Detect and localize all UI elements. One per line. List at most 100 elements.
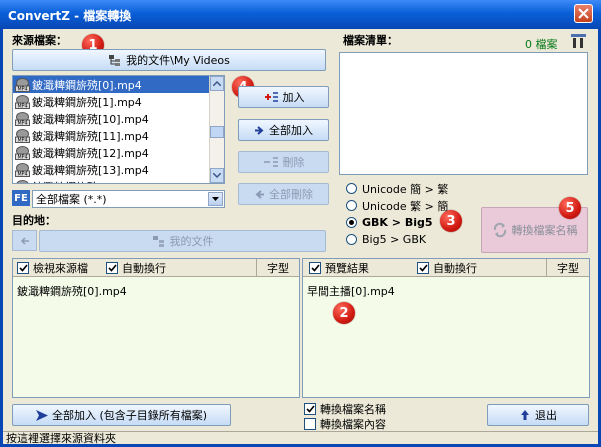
tools-icon[interactable] — [569, 32, 589, 50]
delete-all-button[interactable]: 全部刪除 — [238, 183, 329, 205]
file-list-item[interactable]: MP4 ​鈹濈粺鐧旂殑[12].mp4 — [13, 144, 224, 161]
convert-names-label: 轉換檔案名稱 — [511, 224, 578, 237]
radio-button[interactable] — [346, 217, 357, 228]
encoding-radio-group: Unicode 簡 > 繁 Unicode 繁 > 簡 GBK > Big5 Big5… — [346, 180, 448, 248]
file-list-item[interactable]: MP4 ​鈹濈粺鐧旂殑[1].mp4 — [13, 93, 224, 110]
file-name: ​鈹濈粺鐧旂殑[12].mp4 — [32, 146, 149, 160]
video-file-icon: MP4 — [15, 111, 30, 126]
add-all-button-label: 全部加入 — [269, 124, 313, 137]
video-file-icon: MP4 — [15, 94, 30, 109]
file-count: 0 檔案 — [525, 38, 558, 51]
auto-wrap-right-label: 自動換行 — [433, 261, 477, 275]
file-list-item[interactable]: MP4 ​鈹濈粺鐧旂殑[11].mp4 — [13, 127, 224, 144]
badge-2: 2 — [333, 302, 355, 324]
delete-all-button-label: 全部刪除 — [269, 188, 313, 201]
file-list-item[interactable]: MP4 ​鈹濈粺鐧旂殑[13].mp4 — [13, 161, 224, 178]
video-file-icon: MP4 — [15, 128, 30, 143]
folder-tree-icon — [152, 235, 164, 247]
delete-button[interactable]: 刪除 — [238, 151, 329, 173]
source-list-scrollbar[interactable] — [209, 76, 224, 183]
convert-names-option[interactable]: 轉換檔案名稱 — [304, 401, 386, 417]
arrow-left-icon — [20, 236, 29, 245]
scroll-down-button[interactable] — [210, 168, 224, 183]
scroll-thumb[interactable] — [210, 126, 224, 138]
convert-content-option[interactable]: 轉換檔案內容 — [304, 416, 386, 432]
title-bar: ConvertZ - 檔案轉換 — [0, 0, 601, 29]
check-icon — [305, 405, 315, 413]
arrow-right-icon — [255, 125, 264, 135]
font-left-button[interactable]: 字型 — [256, 259, 299, 276]
encoding-option[interactable]: Unicode 簡 > 繁 — [346, 180, 448, 197]
radio-button[interactable] — [346, 200, 357, 211]
arrow-left-icon — [255, 189, 264, 199]
convert-content-checkbox[interactable] — [304, 418, 316, 430]
exit-button[interactable]: 退出 — [487, 404, 589, 426]
file-name: ​鈹濈粺鐧旂殑[13].mp4 — [32, 163, 149, 177]
encoding-option[interactable]: Big5 > GBK — [346, 231, 448, 248]
close-icon — [578, 8, 589, 19]
destination-label: 目的地： — [12, 214, 56, 227]
convert-names-option-label: 轉換檔案名稱 — [320, 403, 386, 416]
svg-text:MP4: MP4 — [17, 154, 27, 159]
exit-arrow-icon — [521, 410, 529, 420]
chevron-down-icon — [213, 173, 221, 178]
check-icon — [18, 263, 28, 272]
chevron-down-icon — [212, 197, 219, 201]
add-icon — [264, 92, 278, 102]
file-filter-select[interactable]: 全部檔案 (*.*) — [32, 190, 225, 208]
scroll-up-button[interactable] — [210, 76, 224, 91]
encoding-option-label: Unicode 簡 > 繁 — [362, 182, 449, 196]
file-name: ​鈹濈粺鐧旂殑[1].mp4 — [32, 95, 142, 109]
delete-button-label: 刪除 — [282, 156, 305, 169]
badge-5: 5 — [559, 197, 581, 219]
radio-button[interactable] — [346, 183, 357, 194]
file-list-box[interactable] — [339, 52, 588, 175]
check-icon — [310, 263, 320, 272]
arrow-right-icon — [35, 409, 48, 421]
file-name: ​鈹濈粺鐧旂殑[14].mp4 — [32, 179, 149, 184]
add-all-subfolders-label: 全部加入 (包含子目錄所有檔案) — [51, 409, 208, 422]
file-list-item[interactable]: MP4​鈹濈粺鐧旂殑[14].mp4 — [13, 178, 224, 184]
preview-result-checkbox[interactable] — [309, 261, 321, 274]
source-label: 來源檔案： — [12, 34, 67, 47]
source-preview-header: 檢視來源檔 自動換行 字型 — [13, 259, 299, 277]
chevron-up-icon — [213, 81, 221, 86]
file-list-item[interactable]: MP4 ​鈹濈粺鐧旂殑[0].mp4 — [13, 76, 224, 93]
auto-wrap-left-checkbox[interactable] — [106, 261, 118, 274]
convert-content-option-label: 轉換檔案內容 — [320, 418, 386, 431]
add-all-button[interactable]: 全部加入 — [238, 119, 329, 141]
folder-tree-icon — [109, 54, 121, 66]
destination-nav-button[interactable] — [12, 230, 37, 251]
window-title: ConvertZ - 檔案轉換 — [8, 9, 132, 23]
source-preview-panel: 檢視來源檔 自動換行 字型 鈹濈粺鐧旂殑[0].mp4 — [12, 258, 300, 398]
svg-text:MP4: MP4 — [17, 103, 27, 108]
font-right-button[interactable]: 字型 — [546, 259, 589, 276]
result-preview-text: 早間主播[0].mp4 — [307, 285, 395, 298]
auto-wrap-right-checkbox[interactable] — [417, 261, 429, 274]
add-all-subfolders-button[interactable]: 全部加入 (包含子目錄所有檔案) — [12, 404, 231, 426]
source-folder-button[interactable]: 我的文件\My Videos — [12, 49, 326, 71]
svg-text:MP4: MP4 — [17, 137, 27, 142]
file-name: ​鈹濈粺鐧旂殑[0].mp4 — [32, 78, 142, 92]
dropdown-arrow[interactable] — [208, 192, 223, 206]
result-preview-header: 預覽結果 自動換行 字型 — [303, 259, 589, 277]
view-source-checkbox[interactable] — [17, 261, 29, 274]
source-folder-label: 我的文件\My Videos — [126, 54, 230, 67]
encoding-option[interactable]: GBK > Big5 — [346, 214, 448, 231]
encoding-option[interactable]: Unicode 繁 > 簡 — [346, 197, 448, 214]
close-button[interactable] — [574, 4, 593, 23]
check-icon — [107, 263, 117, 272]
status-bar: 按這裡選擇來源資料夾 — [3, 431, 598, 445]
convert-names-checkbox[interactable] — [304, 403, 316, 415]
encoding-option-label: Big5 > GBK — [362, 233, 427, 246]
file-list-item[interactable]: MP4 ​鈹濈粺鐧旂殑[10].mp4 — [13, 110, 224, 127]
source-file-list[interactable]: MP4 ​鈹濈粺鐧旂殑[0].mp4 MP4 ​鈹濈粺鐧旂殑[1].mp4 MP4 ​鈹濈… — [12, 75, 225, 184]
radio-button[interactable] — [346, 234, 357, 245]
main-window: 來源檔案： 1 我的文件\My Videos MP4 ​鈹濈粺鐧旂殑[0].mp4… — [0, 29, 601, 447]
add-button[interactable]: 加入 — [238, 86, 329, 108]
encoding-option-label: GBK > Big5 — [362, 216, 433, 229]
source-preview-text: 鈹濈粺鐧旂殑[0].mp4 — [17, 285, 127, 298]
view-source-label: 檢視來源檔 — [33, 261, 88, 275]
auto-wrap-left-label: 自動換行 — [122, 261, 166, 275]
destination-folder-button[interactable]: 我的文件 — [39, 230, 326, 252]
